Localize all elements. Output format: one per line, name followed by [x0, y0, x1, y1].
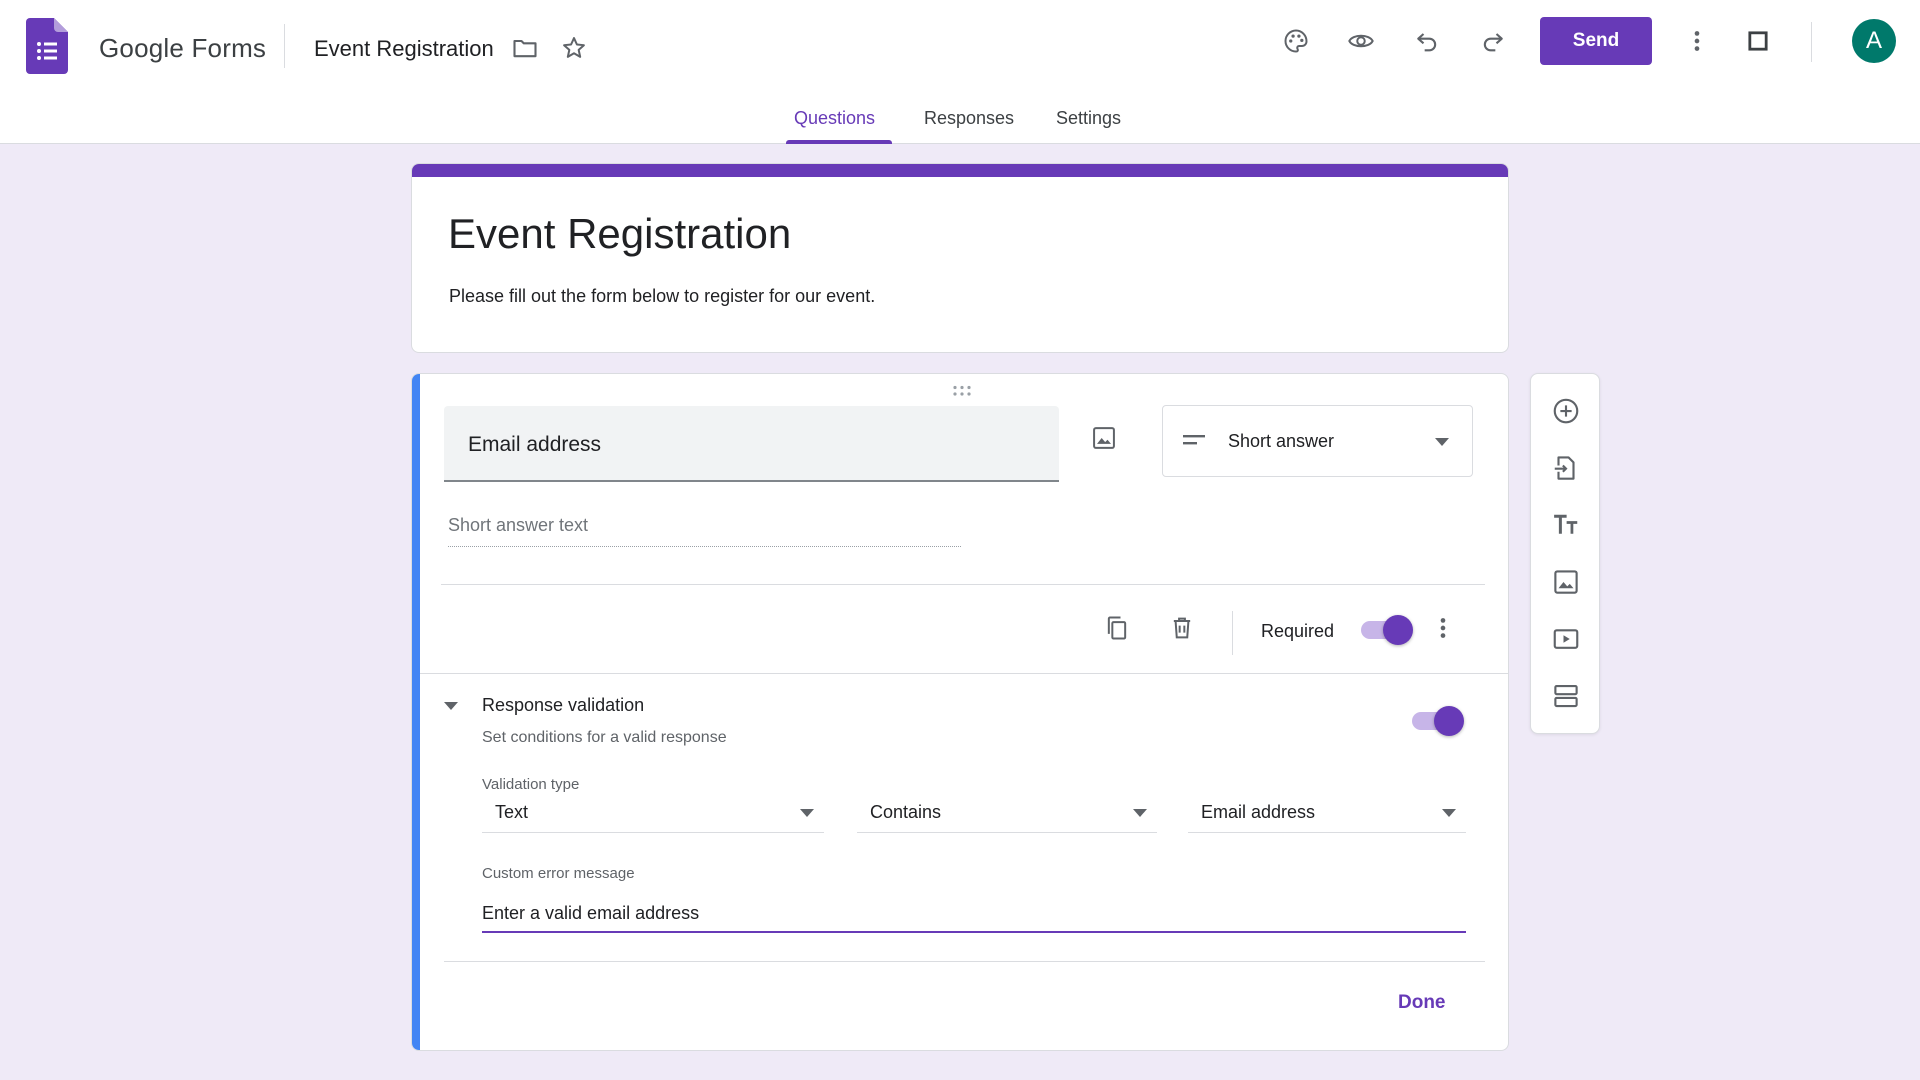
- question-type-label: Short answer: [1228, 431, 1335, 451]
- question-title[interactable]: Email address: [468, 433, 601, 457]
- validation-pattern-dropdown[interactable]: Email address: [1188, 795, 1466, 833]
- forms-logo-icon[interactable]: [26, 18, 68, 74]
- short-answer-icon: [1183, 435, 1205, 445]
- custom-error-value: Enter a valid email address: [482, 903, 700, 923]
- add-image-icon[interactable]: [1084, 418, 1124, 458]
- custom-error-label: Custom error message: [482, 865, 635, 882]
- validation-condition-value: Contains: [870, 802, 942, 822]
- add-video-icon[interactable]: [1546, 619, 1586, 659]
- chevron-down-icon: [1442, 809, 1456, 817]
- undo-icon[interactable]: [1407, 21, 1447, 61]
- chevron-down-icon: [1435, 438, 1449, 446]
- validation-type-value: Text: [495, 802, 529, 822]
- send-button[interactable]: Send: [1540, 17, 1652, 65]
- form-title[interactable]: Event Registration: [448, 210, 791, 258]
- drag-handle-icon[interactable]: [950, 384, 974, 398]
- response-validation-subtitle: Set conditions for a valid response: [482, 729, 727, 746]
- more-vert-icon[interactable]: [1423, 608, 1463, 648]
- document-title[interactable]: Event Registration: [314, 36, 494, 62]
- add-image-icon[interactable]: [1546, 562, 1586, 602]
- validation-type-label: Validation type: [482, 776, 580, 793]
- question-title-field[interactable]: Email address: [444, 406, 1059, 482]
- add-title-icon[interactable]: [1546, 505, 1586, 545]
- app-header: Google Forms Event Registration Send A Q…: [0, 0, 1920, 144]
- question-type-dropdown[interactable]: Short answer: [1162, 405, 1473, 477]
- side-toolbar: [1530, 373, 1600, 734]
- tab-settings[interactable]: Settings: [1056, 108, 1121, 129]
- square-icon[interactable]: [1738, 21, 1778, 61]
- add-section-icon[interactable]: [1546, 676, 1586, 716]
- custom-error-input[interactable]: Enter a valid email address: [482, 899, 1466, 933]
- import-questions-icon[interactable]: [1546, 448, 1586, 488]
- header-divider: [1811, 22, 1812, 62]
- form-title-card[interactable]: Event Registration Please fill out the f…: [411, 163, 1509, 353]
- active-card-indicator: [412, 374, 420, 1050]
- chevron-down-icon: [1133, 809, 1147, 817]
- done-button[interactable]: Done: [1398, 992, 1446, 1014]
- app-name: Google Forms: [99, 33, 267, 63]
- tab-responses[interactable]: Responses: [924, 108, 1014, 129]
- collapse-caret-icon[interactable]: [444, 702, 458, 710]
- palette-icon[interactable]: [1276, 21, 1316, 61]
- required-toggle[interactable]: [1359, 614, 1413, 645]
- validation-type-dropdown[interactable]: Text: [482, 795, 824, 833]
- title-card-accent-bar: [412, 164, 1508, 177]
- required-label: Required: [1261, 621, 1335, 641]
- question-card[interactable]: Email address Short answer Short answer …: [411, 373, 1509, 1051]
- preview-eye-icon[interactable]: [1341, 21, 1381, 61]
- star-icon[interactable]: [554, 28, 594, 68]
- more-vert-icon[interactable]: [1677, 21, 1717, 61]
- short-answer-placeholder: Short answer text: [448, 515, 961, 547]
- tab-questions[interactable]: Questions: [794, 108, 875, 129]
- validation-condition-dropdown[interactable]: Contains: [857, 795, 1157, 833]
- divider: [420, 673, 1508, 674]
- folder-icon[interactable]: [505, 28, 545, 68]
- redo-icon[interactable]: [1473, 21, 1513, 61]
- validation-pattern-value: Email address: [1201, 802, 1316, 822]
- response-validation-toggle[interactable]: [1410, 705, 1464, 736]
- response-validation-title: Response validation: [482, 695, 645, 715]
- divider: [441, 584, 1485, 585]
- divider: [1232, 611, 1233, 655]
- form-tabs: Questions Responses Settings: [0, 100, 1920, 144]
- add-question-icon[interactable]: [1546, 391, 1586, 431]
- chevron-down-icon: [800, 809, 814, 817]
- avatar[interactable]: A: [1852, 19, 1896, 63]
- divider: [444, 961, 1485, 962]
- active-tab-indicator: [786, 140, 892, 144]
- delete-icon[interactable]: [1162, 608, 1202, 648]
- header-divider: [284, 24, 285, 68]
- form-description[interactable]: Please fill out the form below to regist…: [449, 286, 875, 307]
- duplicate-icon[interactable]: [1097, 608, 1137, 648]
